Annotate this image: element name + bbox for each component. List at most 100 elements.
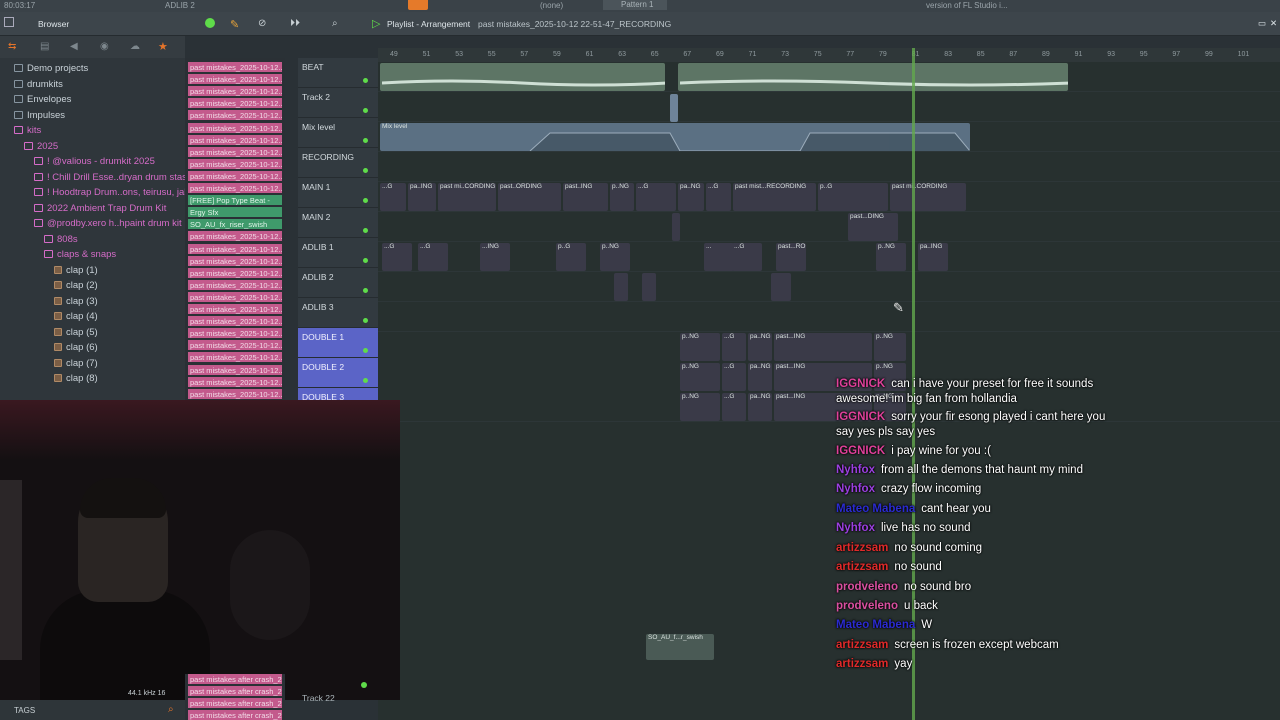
track-header[interactable]: DOUBLE 2 <box>298 358 378 388</box>
picker-item[interactable]: past mistakes after crash_2... <box>188 698 282 709</box>
browser-item[interactable]: 808s <box>44 232 78 247</box>
adlib1-clip[interactable]: ...G <box>418 243 448 271</box>
picker-item[interactable]: past mistakes_2025-10-12... <box>188 183 282 194</box>
main1-clip[interactable]: past..ORDING <box>498 183 561 211</box>
browser-item[interactable]: clap (4) <box>54 309 98 324</box>
playlist-area[interactable]: Mix level ...G pa..ING past mi..CORDING pas… <box>378 62 1280 720</box>
picker-item[interactable]: past mistakes_2025-10-12... <box>188 158 282 170</box>
adlib2-clip[interactable] <box>771 273 791 301</box>
adlib1-clip[interactable]: pa..ING <box>918 243 948 271</box>
main1-clip[interactable]: pa..ING <box>408 183 436 211</box>
picker-item[interactable]: Ergy Sfx <box>188 207 282 219</box>
adlib1-clip[interactable]: past...ROING <box>776 243 806 271</box>
main1-clip[interactable]: p..NG <box>610 183 634 211</box>
pencil-icon[interactable]: ✎ <box>230 18 239 31</box>
track-mute-dot[interactable] <box>363 78 368 83</box>
main1-clip[interactable]: past mist...RECORDING <box>733 183 816 211</box>
star-icon[interactable]: ★ <box>158 40 168 53</box>
main1-clip[interactable]: past mi..CORDING <box>890 183 966 211</box>
picker-item[interactable]: past mistakes_2025-10-12... <box>188 62 282 73</box>
double-clip[interactable]: pa..NG <box>748 363 772 391</box>
browser-item[interactable]: clap (6) <box>54 340 98 355</box>
double-clip[interactable]: ...G <box>722 363 746 391</box>
double-clip[interactable]: ...G <box>722 393 746 421</box>
browser-item[interactable]: Demo projects <box>14 61 88 76</box>
picker-item[interactable]: past mistakes_2025-10-12... <box>188 110 282 122</box>
play-icon[interactable]: ▷ <box>372 17 380 30</box>
track-mute-dot[interactable] <box>363 108 368 113</box>
browser-item[interactable]: ! Chill Drill Esse..dryan drum stash <box>34 170 192 185</box>
picker-item[interactable]: past mistakes_2025-10-12... <box>188 267 282 279</box>
preset-select[interactable]: (none) <box>540 1 563 10</box>
delete-icon[interactable]: ⊘ <box>258 18 266 29</box>
picker-item[interactable]: past mistakes_2025-10-12... <box>188 291 282 303</box>
browser-item[interactable]: clap (1) <box>54 263 98 278</box>
adlib2-clip[interactable] <box>614 273 628 301</box>
picker-item[interactable]: past mistakes_2025-10-12... <box>188 255 282 267</box>
browser-item[interactable]: clap (2) <box>54 278 98 293</box>
track-header[interactable]: MAIN 2 <box>298 208 378 238</box>
main2-clip[interactable]: past...DING <box>848 213 898 241</box>
picker-item[interactable]: past mistakes_2025-10-12... <box>188 316 282 328</box>
browser-item[interactable]: 2022 Ambient Trap Drum Kit <box>34 201 166 216</box>
picker-item[interactable]: past mistakes_2025-10-12... <box>188 74 282 86</box>
mix-level-clip[interactable]: Mix level <box>380 123 970 151</box>
picker-item[interactable]: past mistakes_2025-10-12... <box>188 376 282 388</box>
folder-icon[interactable]: ▤ <box>40 41 49 52</box>
main1-clip[interactable]: ...G <box>380 183 406 211</box>
browser-item[interactable]: Impulses <box>14 108 65 123</box>
track-mute-dot[interactable] <box>363 138 368 143</box>
back-icon[interactable]: ◀ <box>70 41 78 52</box>
picker-item[interactable]: SO_AU_fx_riser_swish <box>188 219 282 231</box>
adlib2-clip[interactable] <box>642 273 656 301</box>
picker-item[interactable]: past mistakes_2025-10-12... <box>188 328 282 340</box>
track-mute-dot[interactable] <box>363 288 368 293</box>
zoom-icon[interactable]: ⌕ <box>332 18 338 29</box>
main1-clip[interactable]: ...G <box>636 183 676 211</box>
slice-icon[interactable]: ⏵⏵ <box>290 18 300 29</box>
main1-clip[interactable]: past..ING <box>563 183 608 211</box>
track-mute-dot[interactable] <box>363 258 368 263</box>
browser-item[interactable]: drumkits <box>14 77 63 92</box>
track-header[interactable]: RECORDING <box>298 148 378 178</box>
main1-clip[interactable]: past mi..CORDING <box>438 183 496 211</box>
main1-clip[interactable]: pa..NG <box>678 183 704 211</box>
browser-item[interactable]: clap (8) <box>54 371 98 386</box>
track-mute-dot[interactable] <box>363 378 368 383</box>
snap-icon[interactable] <box>205 18 215 28</box>
track-header[interactable]: DOUBLE 1 <box>298 328 378 358</box>
track-header[interactable]: ADLIB 3 <box>298 298 378 328</box>
main2-clip-small[interactable] <box>672 213 680 241</box>
track-mute-dot[interactable] <box>363 348 368 353</box>
picker-item[interactable]: past mistakes_2025-10-12... <box>188 170 282 182</box>
browser-item[interactable]: kits <box>14 123 41 138</box>
adlib1-clip[interactable]: p..NG <box>876 243 906 271</box>
track-header[interactable]: ADLIB 1 <box>298 238 378 268</box>
picker-item[interactable]: past mistakes_2025-10-12... <box>188 122 282 134</box>
pattern-selector[interactable]: Pattern 1 <box>603 0 667 10</box>
main1-clip[interactable]: p..G <box>818 183 888 211</box>
picker-item[interactable]: past mistakes after crash_2... <box>188 674 282 685</box>
adlib1-clip[interactable]: p..NG <box>600 243 630 271</box>
picker-item[interactable]: past mistakes_2025-10-12... <box>188 243 282 255</box>
track-header[interactable]: Track 2 <box>298 88 378 118</box>
track-mute-dot[interactable] <box>363 228 368 233</box>
double-clip[interactable]: p..NG <box>874 333 906 361</box>
track-mute-dot[interactable] <box>363 318 368 323</box>
beat-clip[interactable] <box>380 63 665 91</box>
adlib1-clip[interactable]: ... <box>704 243 734 271</box>
close-icon[interactable]: ✕ <box>1270 18 1277 29</box>
picker-item[interactable]: past mistakes_2025-10-12... <box>188 279 282 291</box>
track-header[interactable]: BEAT <box>298 58 378 88</box>
arrows-icon[interactable]: ⇆ <box>8 41 16 52</box>
picker-item[interactable]: past mistakes after crash_2... <box>188 686 282 697</box>
double-clip[interactable]: p..NG <box>680 333 720 361</box>
track-22-dot[interactable] <box>361 682 367 688</box>
adlib1-clip[interactable]: p..G <box>556 243 586 271</box>
browser-item[interactable]: @prodby.xero h..hpaint drum kit <box>34 216 182 231</box>
browser-item[interactable]: clap (3) <box>54 294 98 309</box>
adlib1-clip[interactable]: ...G <box>732 243 762 271</box>
track-header[interactable]: ADLIB 2 <box>298 268 378 298</box>
track-mute-dot[interactable] <box>363 168 368 173</box>
double-clip[interactable]: past...ING <box>774 333 872 361</box>
